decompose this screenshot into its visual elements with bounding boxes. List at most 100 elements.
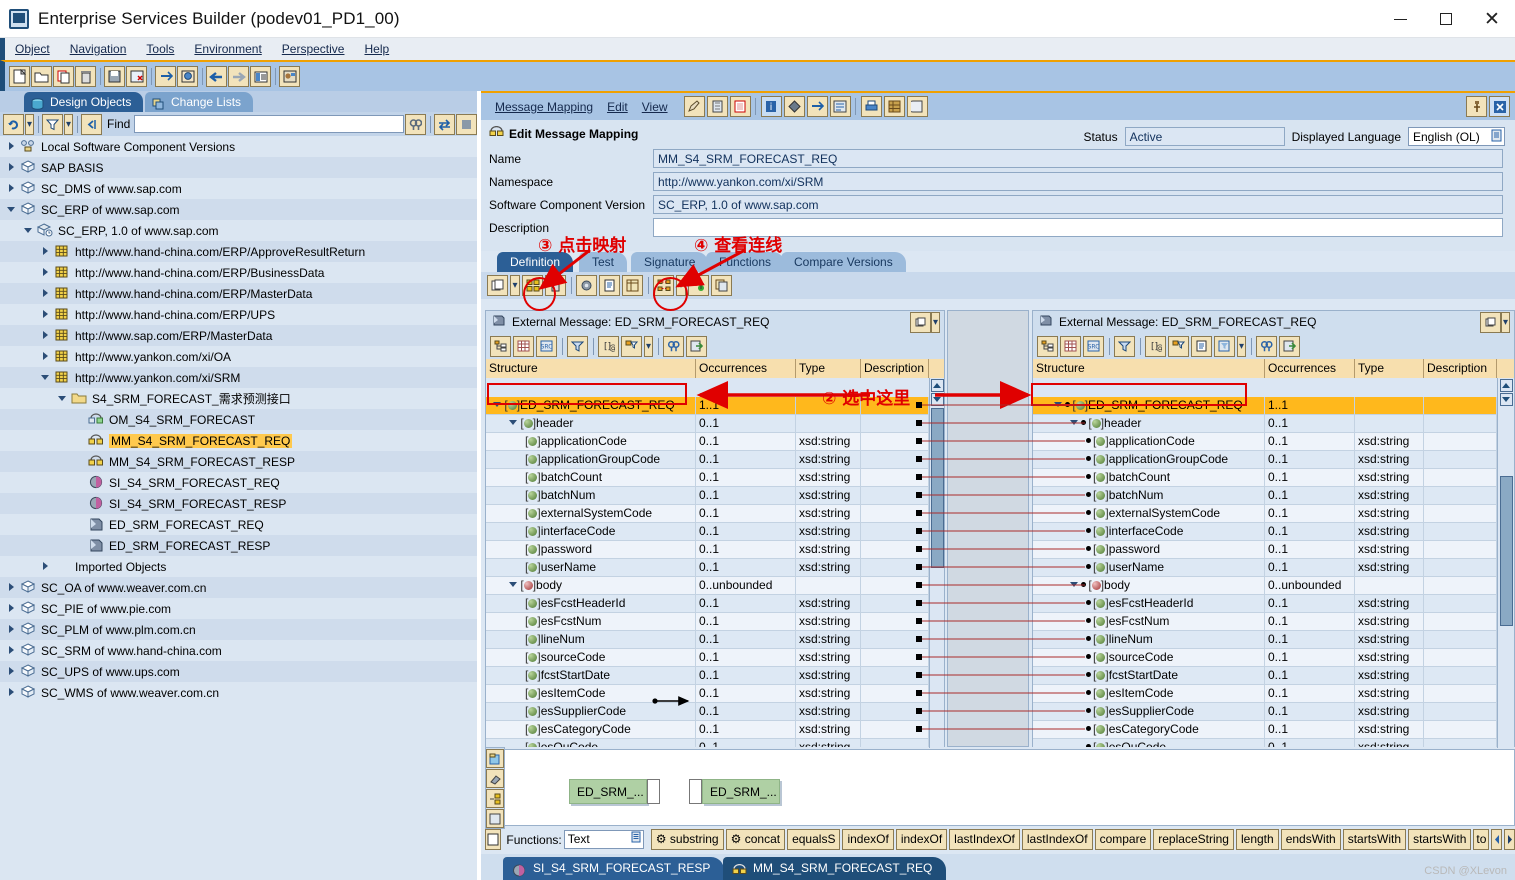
tree-item[interactable]: SC_DMS of www.sap.com: [0, 178, 477, 199]
source-structure-grid[interactable]: []ED_SRM_FORECAST_REQ 1..1 []header 0..1[]…: [486, 397, 929, 747]
tree-item[interactable]: SC_ERP, 1.0 of www.sap.com: [0, 220, 477, 241]
tree-item[interactable]: http://www.hand-china.com/ERP/ApproveRes…: [0, 241, 477, 262]
diamond-icon[interactable]: [783, 96, 805, 117]
bottom-tab-mm-req[interactable]: MM_S4_SRM_FORECAST_REQ: [723, 857, 947, 880]
table-icon[interactable]: [622, 275, 643, 296]
structure-row[interactable]: []fcstStartDate 0..1 xsd:string: [1033, 667, 1497, 685]
function-button-concat[interactable]: ⚙ concat: [725, 829, 786, 850]
structure-row[interactable]: []body 0..unbounded: [1033, 577, 1497, 595]
copy-structure-icon[interactable]: [711, 275, 732, 296]
editor-menu-message-mapping[interactable]: Message Mapping: [489, 100, 599, 114]
structure-row[interactable]: []applicationCode 0..1 xsd:string: [1033, 433, 1497, 451]
tree-item[interactable]: SC_PLM of www.plm.com.cn: [0, 619, 477, 640]
collapse-arrow-icon[interactable]: [40, 372, 51, 383]
function-button-startswith-2[interactable]: startsWith: [1408, 829, 1472, 850]
structure-row[interactable]: []esFcstNum 0..1 xsd:string: [486, 613, 929, 631]
sync-icon[interactable]: [434, 113, 455, 135]
function-button-to[interactable]: to: [1473, 829, 1490, 850]
tab-signature[interactable]: Signature: [631, 252, 709, 272]
expand-arrow-icon[interactable]: [40, 267, 51, 278]
mapping-port-source-out[interactable]: [647, 779, 660, 804]
navigate-icon[interactable]: [806, 96, 828, 117]
structure-row[interactable]: []batchCount 0..1 xsd:string: [486, 469, 929, 487]
name-value[interactable]: MM_S4_SRM_FORECAST_REQ: [653, 149, 1503, 168]
structure-row[interactable]: []interfaceCode 0..1 xsd:string: [486, 523, 929, 541]
structure-row[interactable]: []fcstStartDate 0..1 xsd:string: [486, 667, 929, 685]
tree-item[interactable]: http://www.hand-china.com/ERP/MasterData: [0, 283, 477, 304]
structure-row[interactable]: []batchNum 0..1 xsd:string: [1033, 487, 1497, 505]
expand-arrow-icon[interactable]: [6, 624, 17, 635]
structure-row[interactable]: []esSupplierCode 0..1 xsd:string: [486, 703, 929, 721]
tree-item[interactable]: OM_S4_SRM_FORECAST: [0, 409, 477, 430]
structure-row[interactable]: []applicationGroupCode 0..1 xsd:string: [1033, 451, 1497, 469]
tree-icon[interactable]: [1037, 335, 1058, 357]
tree-item[interactable]: SC_WMS of www.weaver.com.cn: [0, 682, 477, 703]
export-icon[interactable]: [1279, 335, 1300, 357]
collapse-arrow-icon[interactable]: [1070, 582, 1078, 587]
scroll-up-button[interactable]: [930, 379, 944, 392]
export-icon[interactable]: [686, 335, 707, 357]
structure-row[interactable]: []sourceCode 0..1 xsd:string: [1033, 649, 1497, 667]
expand-arrow-icon[interactable]: [6, 645, 17, 656]
print-icon[interactable]: [860, 96, 882, 117]
new-structure-icon[interactable]: [487, 275, 508, 296]
tree-item[interactable]: http://www.yankon.com/xi/OA: [0, 346, 477, 367]
tree-item[interactable]: http://www.hand-china.com/ERP/BusinessDa…: [0, 262, 477, 283]
tree-item[interactable]: http://www.hand-china.com/ERP/UPS: [0, 304, 477, 325]
filter-advanced-icon[interactable]: [1214, 335, 1235, 357]
minimize-button[interactable]: [1377, 0, 1423, 38]
function-button-length[interactable]: length: [1235, 829, 1279, 850]
document-icon[interactable]: [1191, 335, 1212, 357]
expand-arrow-icon[interactable]: [40, 561, 51, 572]
structure-row[interactable]: []esFcstHeaderId 0..1 xsd:string: [1033, 595, 1497, 613]
expand-arrow-icon[interactable]: [6, 582, 17, 593]
collapse-arrow-icon[interactable]: [57, 393, 68, 404]
scroll-up-button[interactable]: [1499, 379, 1513, 392]
minimize-pane-icon[interactable]: [1480, 312, 1501, 333]
check-object-icon[interactable]: [706, 96, 728, 117]
tab-design-objects[interactable]: Design Objects: [24, 92, 144, 112]
tree-item[interactable]: SAP BASIS: [0, 157, 477, 178]
filter-icon[interactable]: [42, 113, 63, 135]
namespace-icon[interactable]: []@: [1145, 335, 1166, 357]
list-icon[interactable]: [250, 66, 271, 87]
expand-arrow-icon[interactable]: [6, 162, 17, 173]
structure-row[interactable]: []batchNum 0..1 xsd:string: [486, 487, 929, 505]
script-icon[interactable]: [906, 96, 928, 117]
refresh-dropdown-icon[interactable]: ▾: [25, 113, 34, 135]
structure-row[interactable]: []esFcstHeaderId 0..1 xsd:string: [486, 595, 929, 613]
delete-icon[interactable]: [75, 66, 96, 87]
collapse-arrow-icon[interactable]: [509, 420, 517, 425]
structure-row[interactable]: []interfaceCode 0..1 xsd:string: [1033, 523, 1497, 541]
tab-test[interactable]: Test: [579, 252, 628, 272]
expand-arrow-icon[interactable]: [40, 309, 51, 320]
structure-row[interactable]: []password 0..1 xsd:string: [486, 541, 929, 559]
tree-item[interactable]: SC_PIE of www.pie.com: [0, 598, 477, 619]
functions-scroll-right-icon[interactable]: [1504, 829, 1515, 850]
value-help-icon[interactable]: [1491, 129, 1502, 145]
back-icon[interactable]: [206, 66, 227, 87]
expand-arrow-icon[interactable]: [6, 141, 17, 152]
expand-arrow-icon[interactable]: [40, 351, 51, 362]
structure-row[interactable]: []header 0..1: [486, 415, 929, 433]
tree-item[interactable]: http://www.yankon.com/xi/SRM: [0, 367, 477, 388]
tree-item[interactable]: SI_S4_SRM_FORECAST_RESP: [0, 493, 477, 514]
grid-icon[interactable]: [513, 335, 534, 357]
expand-icon[interactable]: [486, 809, 504, 828]
tree-item[interactable]: http://www.sap.com/ERP/MasterData: [0, 325, 477, 346]
tree-item[interactable]: ED_SRM_FORECAST_RESP: [0, 535, 477, 556]
collapse-arrow-icon[interactable]: [1070, 420, 1078, 425]
eraser-icon[interactable]: [486, 769, 504, 788]
function-button-indexof-1[interactable]: indexOf: [842, 829, 894, 850]
tree-item[interactable]: Local Software Component Versions: [0, 136, 477, 157]
structure-row[interactable]: []lineNum 0..1 xsd:string: [1033, 631, 1497, 649]
structure-row[interactable]: []esFcstNum 0..1 xsd:string: [1033, 613, 1497, 631]
functions-scroll-left-icon[interactable]: [1491, 829, 1503, 850]
editor-menu-edit[interactable]: Edit: [601, 100, 634, 114]
filter-options-icon[interactable]: [621, 335, 642, 357]
source-vertical-scrollbar[interactable]: [929, 378, 944, 748]
scroll-thumb[interactable]: [930, 408, 944, 568]
structure-row[interactable]: []header 0..1: [1033, 415, 1497, 433]
tree-item[interactable]: SC_UPS of www.ups.com: [0, 661, 477, 682]
tree-item[interactable]: ED_SRM_FORECAST_REQ: [0, 514, 477, 535]
